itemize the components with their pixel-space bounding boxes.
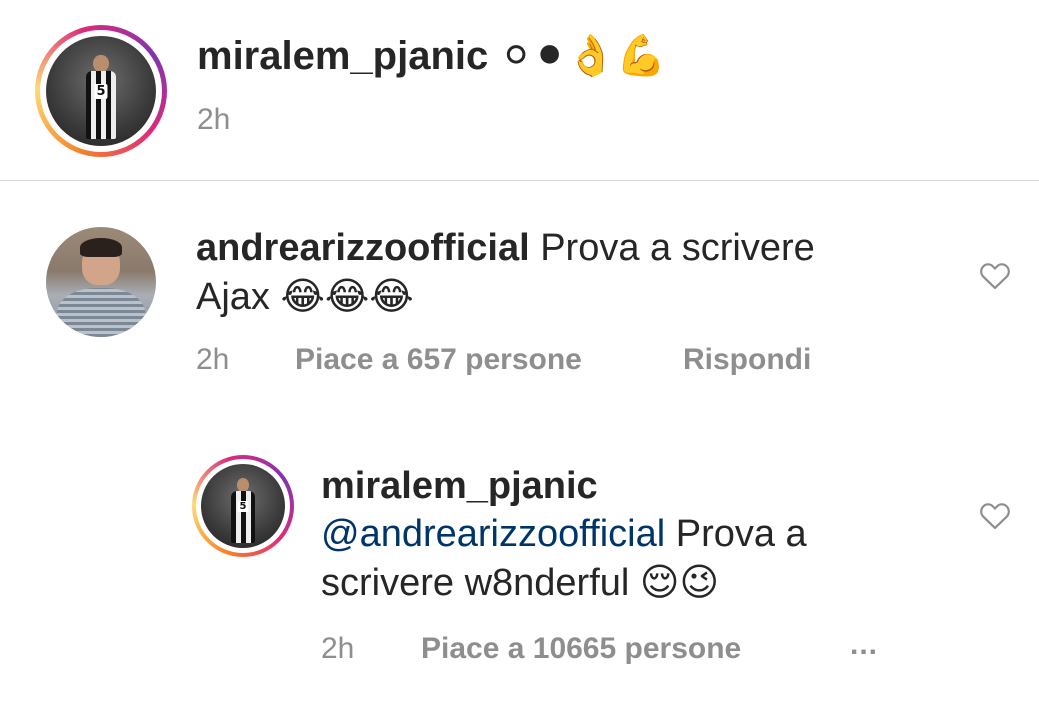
heart-outline-icon[interactable] <box>978 260 1012 290</box>
avatar-ring-gap: 5 <box>196 459 290 553</box>
reply-avatar[interactable]: 5 <box>192 455 294 557</box>
reply-mention-link[interactable]: @andrearizzoofficial <box>321 513 665 555</box>
caption-username[interactable]: miralem_pjanic <box>197 34 488 78</box>
comment-username[interactable]: andrearizzoofficial <box>196 227 530 269</box>
caption-divider <box>0 180 1039 181</box>
comment-emojis: 😂😂😂 <box>280 274 414 318</box>
comment-reply-button[interactable]: Rispondi <box>683 343 811 377</box>
ellipsis-icon[interactable]: ... <box>850 628 878 662</box>
caption-emojis: ⚪⚫👌💪 <box>499 33 667 79</box>
caption-avatar[interactable]: 5 <box>35 25 167 157</box>
reply-body-line2: scrivere w8nderful <box>321 562 630 604</box>
reply-body-line1: Prova a <box>675 513 807 555</box>
comment-body-line2: Ajax <box>196 276 270 318</box>
reply-timestamp: 2h <box>321 632 355 665</box>
reply-text: miralem_pjanic @andrearizzoofficial Prov… <box>321 462 941 607</box>
reply-username[interactable]: miralem_pjanic <box>321 462 941 510</box>
comment-avatar[interactable] <box>46 227 156 337</box>
heart-outline-icon[interactable] <box>978 500 1012 530</box>
comment-likes-link[interactable]: Piace a 657 persone <box>295 343 582 377</box>
avatar-photo: 5 <box>201 464 285 548</box>
avatar-photo: 5 <box>46 36 156 146</box>
caption-text: miralem_pjanic ⚪⚫👌💪 <box>197 30 666 82</box>
avatar-ring-gap: 5 <box>40 30 162 152</box>
comment-text: andrearizzoofficial Prova a scrivere Aja… <box>196 224 936 321</box>
reply-likes-link[interactable]: Piace a 10665 persone <box>421 632 741 666</box>
comment-timestamp: 2h <box>196 343 230 376</box>
caption-timestamp: 2h <box>197 103 231 136</box>
comment-body-line1: Prova a scrivere <box>540 227 815 269</box>
reply-emojis: 😌😉 <box>639 560 720 604</box>
